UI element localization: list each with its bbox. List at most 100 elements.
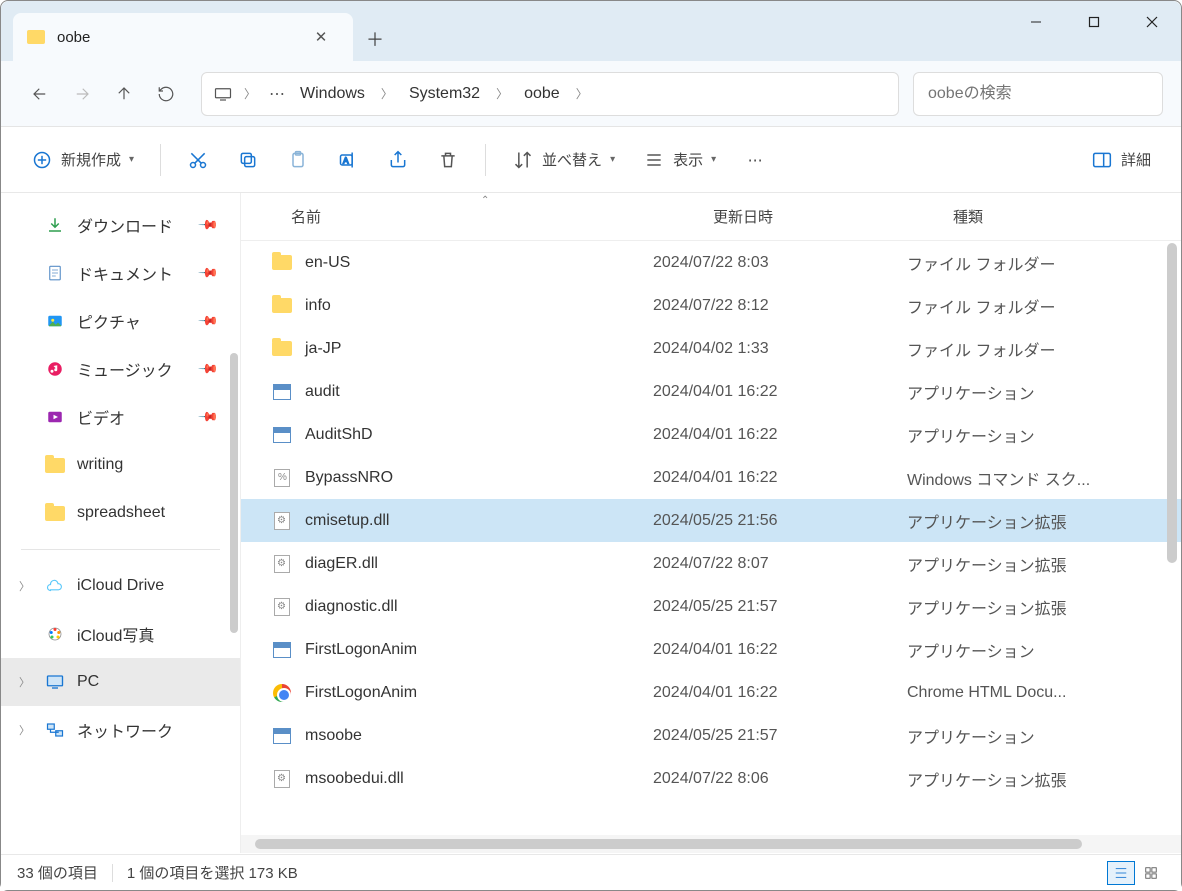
- file-row[interactable]: info 2024/07/22 8:12 ファイル フォルダー: [241, 284, 1181, 327]
- file-row[interactable]: cmisetup.dll 2024/05/25 21:56 アプリケーション拡張: [241, 499, 1181, 542]
- sidebar-item-folder[interactable]: spreadsheet: [1, 489, 240, 537]
- paste-button[interactable]: [275, 140, 321, 180]
- file-type: アプリケーション: [889, 724, 1181, 748]
- vertical-scrollbar[interactable]: [1167, 243, 1177, 803]
- more-icon[interactable]: ⋯: [266, 84, 288, 104]
- new-button[interactable]: 新規作成 ▾: [19, 140, 146, 180]
- sidebar-item-folder[interactable]: writing: [1, 441, 240, 489]
- back-button[interactable]: [19, 73, 61, 115]
- cut-icon: [187, 149, 209, 171]
- icloud-photos-icon: [45, 624, 65, 644]
- up-button[interactable]: [103, 73, 145, 115]
- file-row[interactable]: msoobedui.dll 2024/07/22 8:06 アプリケーション拡張: [241, 757, 1181, 800]
- chevron-right-icon[interactable]: 〉: [492, 85, 512, 102]
- view-button[interactable]: 表示 ▾: [631, 140, 728, 180]
- file-type: アプリケーション拡張: [889, 552, 1181, 576]
- file-date: 2024/04/02 1:33: [649, 340, 889, 358]
- sidebar-item-pictures[interactable]: ピクチャ 📌: [1, 297, 240, 345]
- cut-button[interactable]: [175, 140, 221, 180]
- sidebar-item-music[interactable]: ミュージック 📌: [1, 345, 240, 393]
- icons-view-toggle[interactable]: [1137, 861, 1165, 885]
- sort-icon: [512, 149, 534, 171]
- window-tab[interactable]: oobe ✕: [13, 13, 353, 61]
- breadcrumb-segment[interactable]: oobe: [518, 81, 566, 107]
- view-toggles: [1107, 861, 1165, 885]
- sort-indicator-icon: ⌃: [481, 195, 489, 206]
- copy-icon: [237, 149, 259, 171]
- folder-icon: [45, 503, 65, 523]
- file-name: AuditShD: [305, 426, 373, 444]
- share-button[interactable]: [375, 140, 421, 180]
- sidebar-item-pc[interactable]: 〉 PC: [1, 658, 240, 706]
- file-date: 2024/04/01 16:22: [649, 383, 889, 401]
- chevron-right-icon[interactable]: 〉: [19, 674, 30, 690]
- exe-icon: [271, 727, 293, 745]
- close-tab-button[interactable]: ✕: [303, 19, 339, 55]
- details-view-toggle[interactable]: [1107, 861, 1135, 885]
- file-row[interactable]: FirstLogonAnim 2024/04/01 16:22 アプリケーション: [241, 628, 1181, 671]
- file-name: audit: [305, 383, 340, 401]
- more-button[interactable]: ⋯: [732, 140, 778, 180]
- sidebar: ダウンロード 📌 ドキュメント 📌 ピクチャ 📌 ミュージック 📌 ビデオ 📌 …: [1, 193, 241, 853]
- column-header-date[interactable]: 更新日時: [691, 206, 931, 227]
- breadcrumb-segment[interactable]: Windows: [294, 81, 371, 107]
- file-row[interactable]: en-US 2024/07/22 8:03 ファイル フォルダー: [241, 241, 1181, 284]
- maximize-button[interactable]: [1065, 1, 1123, 43]
- address-bar[interactable]: 〉 ⋯ Windows 〉 System32 〉 oobe 〉: [201, 72, 899, 116]
- scrollbar-thumb[interactable]: [230, 353, 238, 633]
- sidebar-item-document[interactable]: ドキュメント 📌: [1, 249, 240, 297]
- copy-button[interactable]: [225, 140, 271, 180]
- divider: [485, 144, 486, 176]
- file-row[interactable]: ja-JP 2024/04/02 1:33 ファイル フォルダー: [241, 327, 1181, 370]
- sort-label: 並べ替え: [542, 149, 602, 170]
- minimize-button[interactable]: [1007, 1, 1065, 43]
- new-tab-button[interactable]: ＋: [353, 17, 397, 61]
- sidebar-item-label: ピクチャ: [77, 309, 141, 333]
- status-bar: 33 個の項目 1 個の項目を選択 173 KB: [1, 854, 1181, 890]
- rename-button[interactable]: A: [325, 140, 371, 180]
- dll-icon: [271, 770, 293, 788]
- search-input[interactable]: [913, 72, 1163, 116]
- chevron-right-icon[interactable]: 〉: [240, 85, 260, 102]
- sidebar-item-video[interactable]: ビデオ 📌: [1, 393, 240, 441]
- toolbar: 新規作成 ▾ A 並べ替え ▾ 表示 ▾ ⋯ 詳細: [1, 127, 1181, 193]
- refresh-button[interactable]: [145, 73, 187, 115]
- file-row[interactable]: msoobe 2024/05/25 21:57 アプリケーション: [241, 714, 1181, 757]
- file-name: BypassNRO: [305, 469, 393, 487]
- dll-icon: [271, 512, 293, 530]
- sidebar-item-icloud-photos[interactable]: iCloud写真: [1, 610, 240, 658]
- tab-title: oobe: [57, 29, 303, 46]
- rename-icon: A: [337, 149, 359, 171]
- file-row[interactable]: BypassNRO 2024/04/01 16:22 Windows コマンド …: [241, 456, 1181, 499]
- horizontal-scrollbar[interactable]: [241, 835, 1181, 853]
- file-row[interactable]: diagnostic.dll 2024/05/25 21:57 アプリケーション…: [241, 585, 1181, 628]
- scrollbar-thumb[interactable]: [255, 839, 1082, 849]
- sidebar-scrollbar[interactable]: [228, 193, 240, 853]
- file-row[interactable]: AuditShD 2024/04/01 16:22 アプリケーション: [241, 413, 1181, 456]
- sort-button[interactable]: 並べ替え ▾: [500, 140, 627, 180]
- sidebar-item-icloud[interactable]: 〉 iCloud Drive: [1, 562, 240, 610]
- file-row[interactable]: FirstLogonAnim 2024/04/01 16:22 Chrome H…: [241, 671, 1181, 714]
- forward-button[interactable]: [61, 73, 103, 115]
- chevron-right-icon[interactable]: 〉: [572, 85, 592, 102]
- chevron-right-icon[interactable]: 〉: [19, 722, 30, 738]
- delete-button[interactable]: [425, 140, 471, 180]
- divider: [112, 864, 113, 882]
- breadcrumb-segment[interactable]: System32: [403, 81, 486, 107]
- column-headers: ⌃ 名前 更新日時 種類: [241, 193, 1181, 241]
- scrollbar-thumb[interactable]: [1167, 243, 1177, 563]
- close-window-button[interactable]: [1123, 1, 1181, 43]
- sidebar-item-network[interactable]: 〉 ネットワーク: [1, 706, 240, 754]
- selection-info: 1 個の項目を選択 173 KB: [127, 862, 298, 883]
- column-header-type[interactable]: 種類: [931, 206, 1181, 227]
- sidebar-item-download[interactable]: ダウンロード 📌: [1, 201, 240, 249]
- file-row[interactable]: audit 2024/04/01 16:22 アプリケーション: [241, 370, 1181, 413]
- file-date: 2024/05/25 21:57: [649, 727, 889, 745]
- chevron-right-icon[interactable]: 〉: [19, 578, 30, 594]
- chevron-right-icon[interactable]: 〉: [377, 85, 397, 102]
- column-header-name[interactable]: 名前: [241, 206, 691, 227]
- details-button[interactable]: 詳細: [1079, 140, 1163, 180]
- pc-icon: [212, 87, 234, 101]
- cmd-icon: [271, 469, 293, 487]
- file-row[interactable]: diagER.dll 2024/07/22 8:07 アプリケーション拡張: [241, 542, 1181, 585]
